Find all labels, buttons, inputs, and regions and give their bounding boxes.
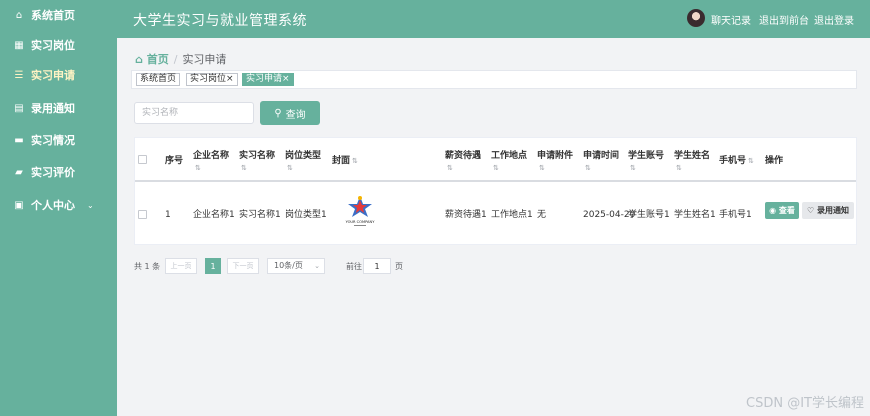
column-header-cover[interactable]: 封面 ⇅ [332,155,358,167]
cell-salary: 薪资待遇1 [445,210,487,220]
column-header-location[interactable]: 工作地点⇅ [491,150,533,174]
sidebar-item-label: 系统首页 [31,9,75,22]
goto-page-input[interactable]: 1 [363,258,391,274]
column-header-phone[interactable]: 手机号 ⇅ [719,155,754,167]
sidebar-item-label: 录用通知 [31,102,75,115]
sort-icon[interactable]: ⇅ [539,164,545,172]
cell-intern-name: 实习名称1 [239,210,281,220]
company-logo-image[interactable]: YOUR COMPANY [342,194,378,228]
offer-notice-button[interactable]: ♡ 录用通知 [802,202,854,219]
page-size-select[interactable]: 10条/页 ⌄ [267,258,325,274]
grid-icon: ▦ [14,39,24,51]
sidebar-item-home[interactable]: ⌂ 系统首页 [0,0,117,30]
chat-record-link[interactable]: 聊天记录 [711,12,751,27]
close-icon[interactable]: × [282,74,290,84]
sidebar-item-internship-application[interactable]: ☰ 实习申请 [0,60,117,90]
column-header-student-account[interactable]: 学生账号⇅ [628,150,670,174]
sort-icon[interactable]: ⇅ [287,164,293,172]
heart-icon: ♡ [807,206,815,215]
home-icon: ⌂ [135,53,143,66]
sidebar-item-internship-status[interactable]: ▬ 实习情况 [0,125,117,155]
data-table: 序号 企业名称⇅ 实习名称⇅ 岗位类型⇅ 封面 ⇅ 薪资待遇⇅ 工作地点⇅ 申请附… [134,137,857,245]
breadcrumb-home[interactable]: ⌂ 首页 [135,53,169,66]
chevron-down-icon: ⌄ [87,200,94,210]
cell-phone: 手机号1 [719,210,752,220]
list-icon: ☰ [14,69,24,81]
briefcase-icon: ▰ [15,166,23,178]
ticket-icon: ▬ [14,134,24,146]
document-icon: ▤ [14,102,24,114]
home-icon: ⌂ [15,9,23,21]
column-header-apply-time[interactable]: 申请时间⇅ [583,150,625,174]
header-divider [135,180,856,182]
sidebar-item-personal-center[interactable]: ▣ 个人中心 ⌄ [0,190,117,220]
sidebar-item-label: 实习情况 [31,134,75,147]
cell-position-type: 岗位类型1 [285,210,327,220]
column-header-attachment[interactable]: 申请附件⇅ [537,150,579,174]
cell-student-account: 学生账号1 [628,210,670,220]
sidebar-item-label: 个人中心 [31,199,75,212]
column-header-index: 序号 [165,156,184,166]
main-content: ⌂ 首页 / 实习申请 系统首页 实习岗位× 实习申请× 实习名称 ⚲ 查询 序号 … [117,38,870,416]
sidebar-item-label: 实习申请 [31,69,75,82]
user-card-icon: ▣ [14,199,24,211]
column-header-actions: 操作 [765,156,784,166]
search-icon: ⚲ [274,107,282,119]
breadcrumb: ⌂ 首页 / 实习申请 [135,51,226,67]
app-title: 大学生实习与就业管理系统 [133,13,307,29]
logo-text: YOUR COMPANY [346,220,376,224]
cell-student-name: 学生姓名1 [674,210,716,220]
sort-icon[interactable]: ⇅ [447,164,453,172]
sort-icon[interactable]: ⇅ [241,164,247,172]
next-page-button[interactable]: 下一页 [227,258,259,274]
sidebar: ⌂ 系统首页 ▦ 实习岗位 ☰ 实习申请 ▤ 录用通知 ▬ 实习情况 ▰ 实习评… [0,0,117,416]
logout-link[interactable]: 退出登录 [814,12,854,27]
tags-view: 系统首页 实习岗位× 实习申请× [131,70,857,89]
search-button[interactable]: ⚲ 查询 [260,101,320,125]
close-icon[interactable]: × [226,74,234,84]
tab-system-home[interactable]: 系统首页 [136,73,181,86]
cell-location: 工作地点1 [491,210,533,220]
goto-label: 前往 [346,262,362,271]
sidebar-item-label: 实习评价 [31,166,75,179]
sidebar-item-internship-evaluation[interactable]: ▰ 实习评价 [0,157,117,187]
search-input[interactable]: 实习名称 [134,102,254,124]
chevron-down-icon: ⌄ [314,262,320,270]
cell-company: 企业名称1 [193,210,235,220]
sort-icon[interactable]: ⇅ [630,164,636,172]
sort-icon[interactable]: ⇅ [676,164,682,172]
sort-icon[interactable]: ⇅ [195,164,201,172]
column-header-company[interactable]: 企业名称⇅ [193,150,235,174]
sort-icon[interactable]: ⇅ [352,157,358,165]
sidebar-item-label: 实习岗位 [31,39,75,52]
sort-icon[interactable]: ⇅ [748,157,754,165]
column-header-intern-name[interactable]: 实习名称⇅ [239,150,281,174]
page-number-current[interactable]: 1 [205,258,221,274]
breadcrumb-current: 实习申请 [182,53,227,66]
tab-internship-position[interactable]: 实习岗位× [186,73,238,86]
column-header-student-name[interactable]: 学生姓名⇅ [674,150,716,174]
avatar[interactable] [687,9,705,27]
view-button[interactable]: ◉ 查看 [765,202,799,219]
prev-page-button[interactable]: 上一页 [165,258,197,274]
watermark: CSDN @IT学长编程 [746,396,864,411]
page-unit-label: 页 [395,262,403,271]
tab-internship-application[interactable]: 实习申请× [242,73,294,86]
sort-icon[interactable]: ⇅ [585,164,591,172]
breadcrumb-separator: / [173,53,178,66]
cell-attachment: 无 [537,210,547,220]
pagination-total: 共 1 条 [134,262,161,271]
eye-icon: ◉ [769,206,777,215]
cell-index: 1 [165,210,171,220]
column-header-salary[interactable]: 薪资待遇⇅ [445,150,487,174]
sidebar-item-offer-notice[interactable]: ▤ 录用通知 [0,93,117,123]
sort-icon[interactable]: ⇅ [493,164,499,172]
top-header: 大学生实习与就业管理系统 聊天记录 退出到前台 退出登录 [117,0,870,38]
row-checkbox[interactable] [138,210,147,219]
exit-front-link[interactable]: 退出到前台 [759,12,809,27]
sidebar-item-internship-position[interactable]: ▦ 实习岗位 [0,30,117,60]
column-header-position-type[interactable]: 岗位类型⇅ [285,150,327,174]
select-all-checkbox[interactable] [138,155,147,164]
